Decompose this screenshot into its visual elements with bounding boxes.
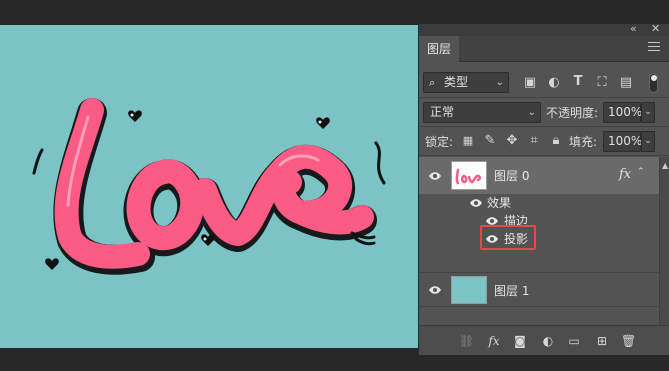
filter-type-select[interactable]: ⌕ 类型 ⌄ [423,72,509,93]
document-canvas[interactable] [0,25,418,348]
layer-thumbnail [451,161,487,190]
effects-row[interactable]: 效果 [419,194,659,212]
close-icon[interactable]: ✕ [651,22,660,35]
lock-label: 锁定: [425,135,454,149]
filter-row: ⌕ 类型 ⌄ ▣ ◐ T ⛶ ▤ [419,70,669,98]
add-mask-icon[interactable]: ◙ [513,334,527,348]
filter-type-label: 类型 [444,75,469,89]
blend-row: 正常 ⌄ 不透明度: 100% ⌄ [419,99,669,127]
visibility-eye-icon[interactable] [428,285,442,295]
chevron-down-icon: ⌄ [495,77,504,88]
layer-name-1[interactable]: 图层 1 [494,284,529,298]
shadow-effect-highlight [480,225,536,250]
fx-badge-icon[interactable]: fx [619,167,631,182]
visibility-eye-icon[interactable] [469,198,483,208]
layer-thumbnail [451,276,487,304]
effects-label: 效果 [487,196,512,210]
expand-effects-icon[interactable]: ⌃ [637,167,645,177]
layers-bottom-toolbar: ⛓ fx ◙ ◐ ▭ ⊞ 🗑︎ [419,325,669,355]
blend-mode-value: 正常 [430,105,455,119]
opacity-label: 不透明度: [546,106,599,120]
add-style-icon[interactable]: fx [487,334,501,348]
layer-row-1[interactable]: 图层 1 [419,272,659,307]
fill-label: 填充: [569,135,598,149]
layer-name-0[interactable]: 图层 0 [494,169,529,183]
fill-input[interactable]: 100% [603,131,642,152]
effect-shadow-row[interactable]: 投影 [419,230,659,248]
panel-titlebar: « ✕ [419,22,669,36]
delete-layer-icon[interactable]: 🗑︎ [621,334,636,348]
layers-panel: « ✕ 图层 ⌕ 类型 ⌄ ▣ ◐ T ⛶ ▤ 正常 ⌄ 不透明度: 100% … [418,22,669,355]
lock-artboard-icon[interactable]: ⌗ [527,134,541,148]
new-layer-icon[interactable]: ⊞ [595,334,609,348]
shape-filter-icon[interactable]: ⛶ [595,76,609,90]
effect-stroke-row[interactable]: 描边 [419,212,659,230]
search-icon: ⌕ [429,76,436,89]
smart-object-filter-icon[interactable]: ▤ [619,76,633,90]
adjust-filter-icon[interactable]: ◐ [547,76,561,90]
layer-row-0[interactable]: 图层 0 fx ⌃ [419,157,659,194]
image-filter-icon[interactable]: ▣ [523,76,537,90]
lock-position-icon[interactable]: ✥ [505,134,519,148]
lock-all-icon[interactable]: 🔒︎ [549,134,563,148]
new-group-icon[interactable]: ▭ [567,334,581,348]
opacity-dropdown-icon[interactable]: ⌄ [641,102,655,123]
collapse-icon[interactable]: « [630,22,637,35]
visibility-eye-icon[interactable] [428,171,442,181]
scroll-up-icon[interactable]: ▲ [662,161,668,170]
type-filter-icon[interactable]: T [571,75,585,89]
opacity-input[interactable]: 100% [603,102,642,123]
love-artwork [32,98,386,275]
adjustment-layer-icon[interactable]: ◐ [541,334,555,348]
layers-scrollbar[interactable]: ▲ [659,157,669,325]
lock-transparency-icon[interactable]: ▦ [461,134,475,148]
filter-toggle[interactable] [649,73,658,93]
lock-row: 锁定: ▦ ✎ ✥ ⌗ 🔒︎ 填充: 100% ⌄ [419,128,669,156]
tab-layers[interactable]: 图层 [419,36,459,62]
chevron-down-icon: ⌄ [527,107,536,118]
fill-dropdown-icon[interactable]: ⌄ [641,131,655,152]
panel-menu-icon[interactable] [648,42,660,54]
layers-list: 图层 0 fx ⌃ 效果 描边 投影 图层 1 [419,157,669,325]
blend-mode-select[interactable]: 正常 ⌄ [423,102,541,123]
lock-paint-icon[interactable]: ✎ [483,134,497,148]
panel-tab-row: 图层 [419,36,669,62]
link-layers-icon[interactable]: ⛓ [459,334,474,348]
